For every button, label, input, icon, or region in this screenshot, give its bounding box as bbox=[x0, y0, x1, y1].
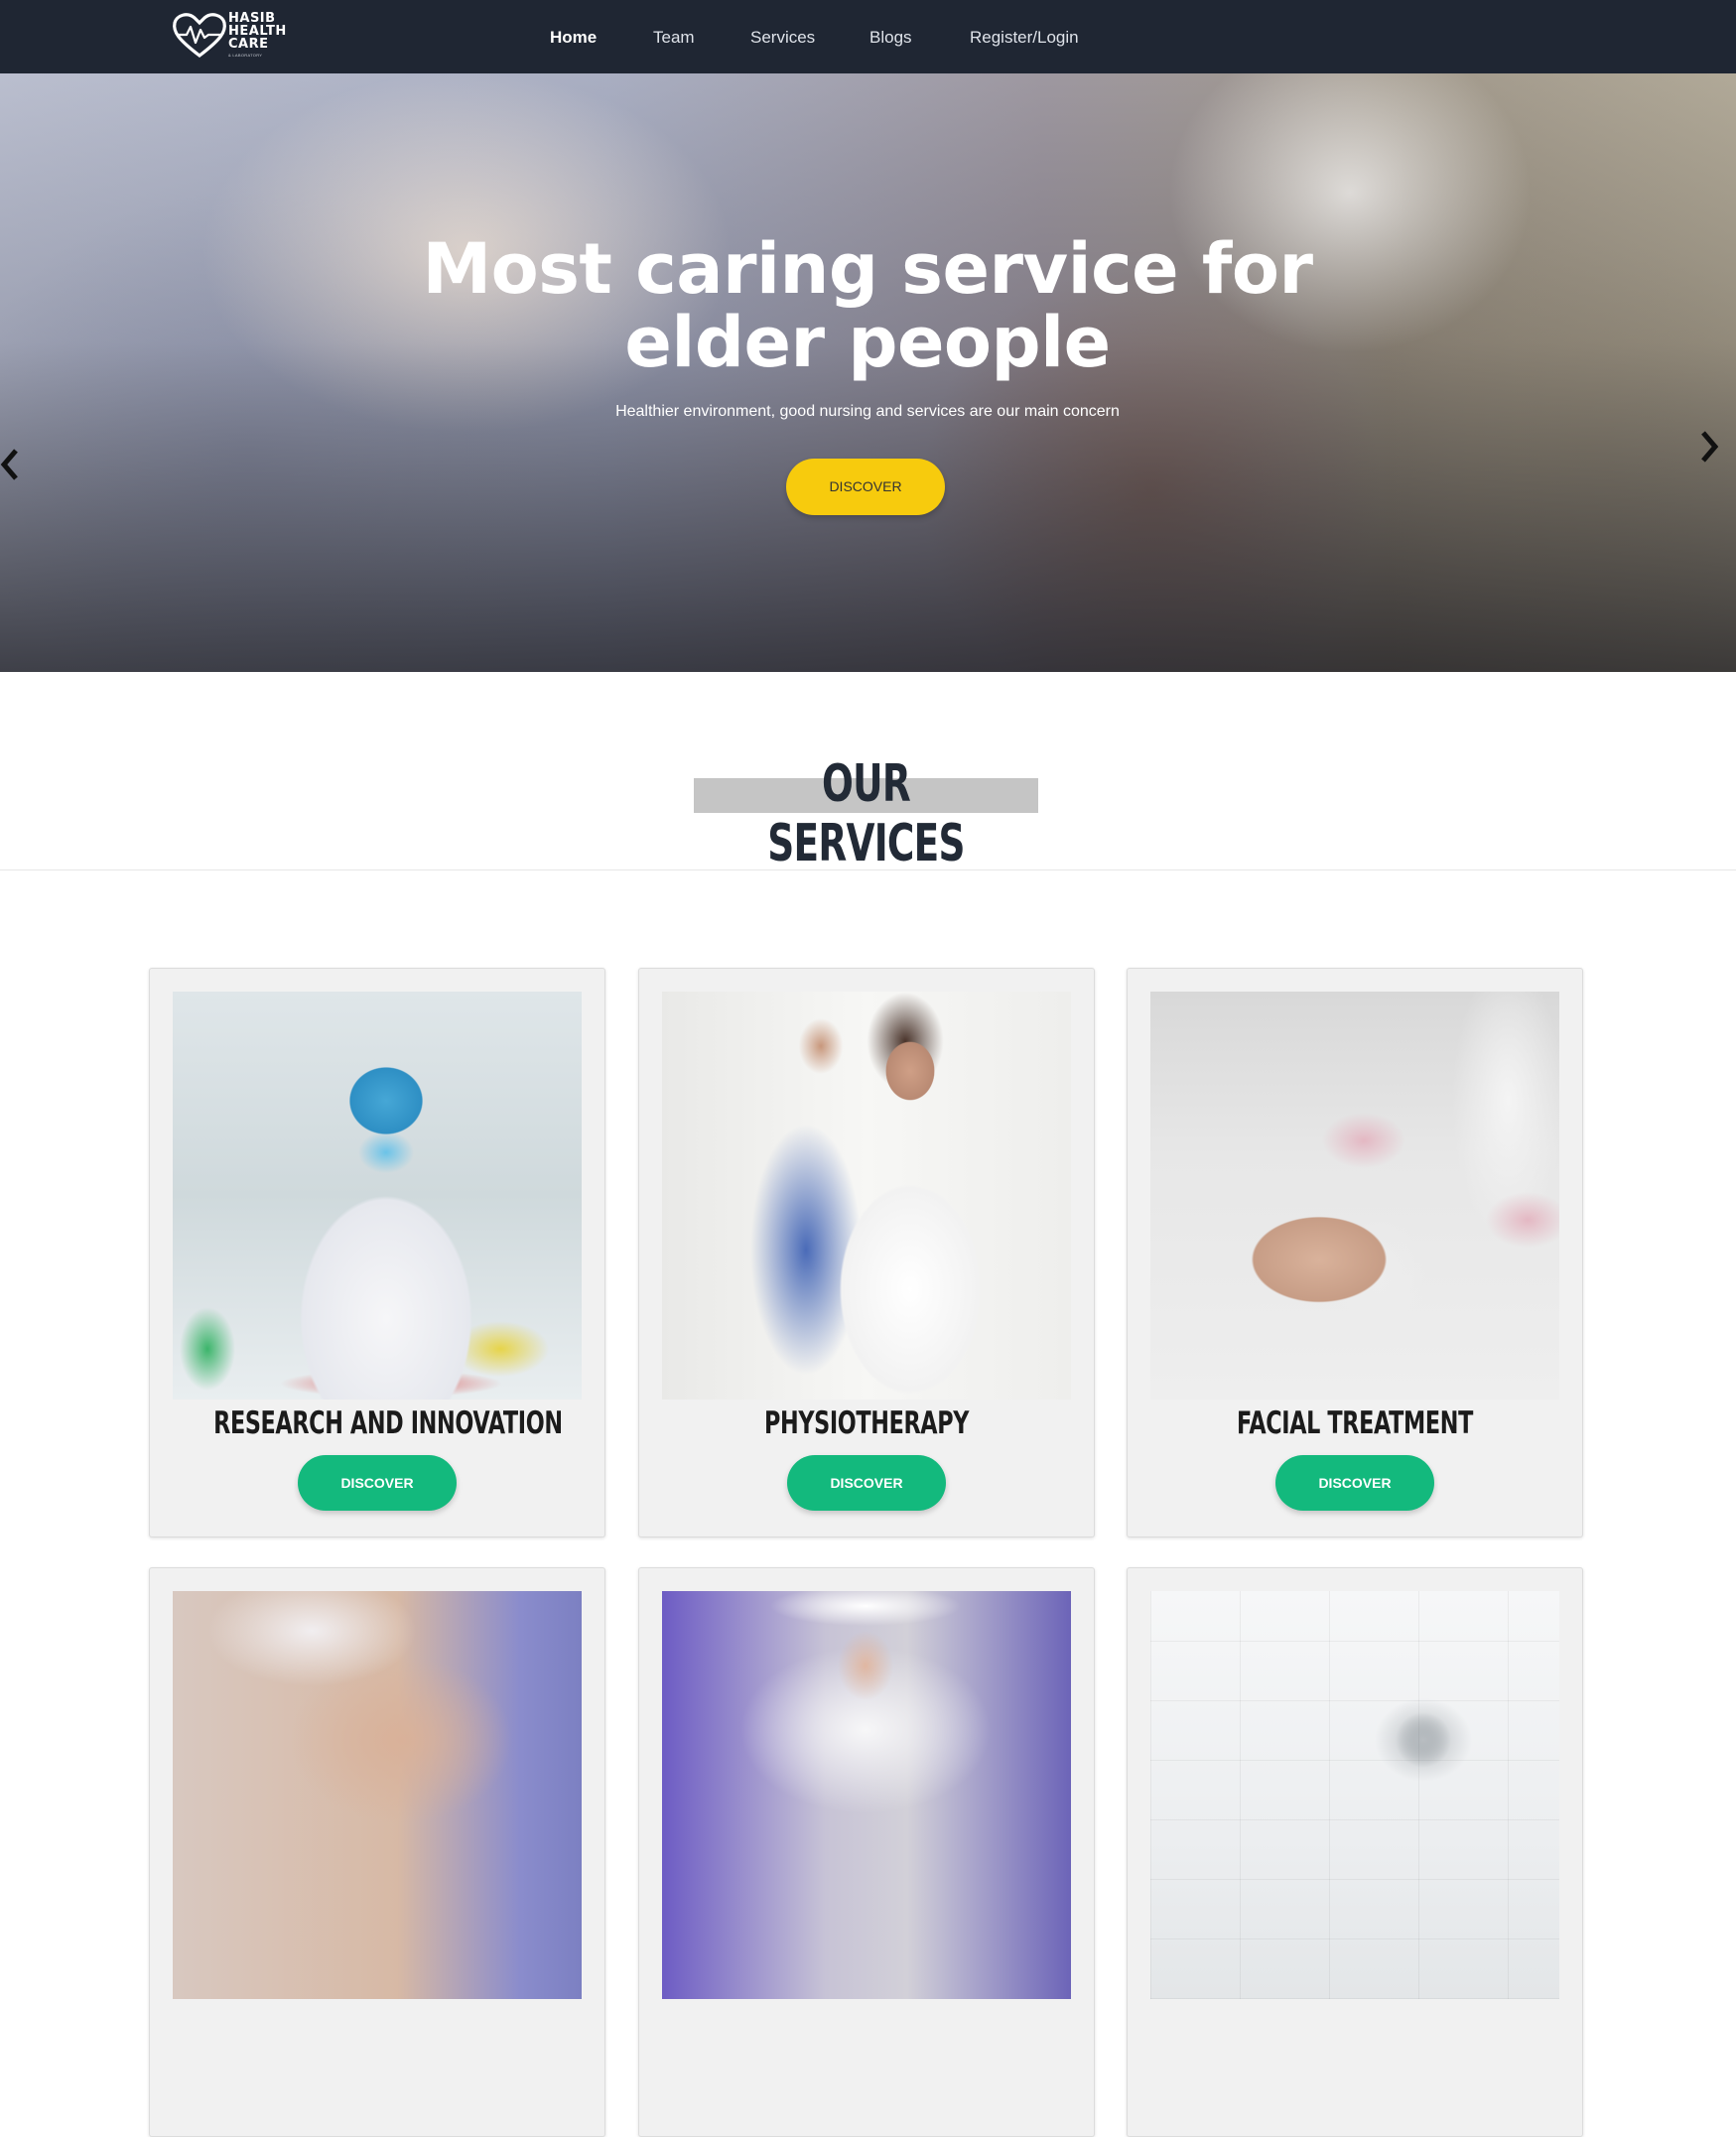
hero-discover-button[interactable]: DISCOVER bbox=[786, 459, 945, 515]
section-divider bbox=[0, 869, 1736, 870]
service-card-facial: FACIAL TREATMENT DISCOVER bbox=[1127, 968, 1583, 1537]
service-card-4 bbox=[149, 1567, 605, 2137]
carousel-next-button[interactable] bbox=[1697, 427, 1721, 467]
brand-name: HASIB HEALTH CARE bbox=[228, 12, 287, 51]
ceiling-grid bbox=[1150, 1591, 1559, 1999]
hero-subtitle: Healthier environment, good nursing and … bbox=[615, 403, 1120, 420]
chevron-left-icon bbox=[0, 449, 18, 480]
service-card-title: RESEARCH AND INNOVATION bbox=[213, 1405, 563, 1441]
nav-services[interactable]: Services bbox=[750, 28, 815, 48]
hero-title-line-2: elder people bbox=[624, 302, 1111, 383]
facial-treatment-image bbox=[1150, 992, 1559, 1400]
skin-care-image bbox=[173, 1591, 582, 1999]
hero-carousel: Most caring service for elder people Hea… bbox=[0, 73, 1736, 672]
service-discover-button[interactable]: DISCOVER bbox=[298, 1455, 457, 1511]
physiotherapy-image bbox=[662, 992, 1071, 1400]
services-heading-text: OUR SERVICES bbox=[767, 754, 965, 873]
nav-blogs[interactable]: Blogs bbox=[869, 28, 912, 48]
carousel-prev-button[interactable] bbox=[0, 445, 24, 484]
hero-title-line-1: Most caring service for bbox=[422, 228, 1314, 310]
lab-researcher-image bbox=[173, 992, 582, 1400]
service-card-research: RESEARCH AND INNOVATION DISCOVER bbox=[149, 968, 605, 1537]
doctor-image bbox=[662, 1591, 1071, 1999]
service-discover-button[interactable]: DISCOVER bbox=[1275, 1455, 1434, 1511]
service-discover-button[interactable]: DISCOVER bbox=[787, 1455, 946, 1511]
brand-subtext: & LABORATORY bbox=[228, 53, 263, 58]
nav-register-login[interactable]: Register/Login bbox=[970, 28, 1079, 48]
services-heading: OUR SERVICES bbox=[694, 754, 1038, 873]
top-navbar: HASIB HEALTH CARE & LABORATORY Home Team… bbox=[0, 0, 1736, 73]
heart-pulse-icon bbox=[173, 13, 226, 59]
chevron-right-icon bbox=[1701, 431, 1719, 463]
service-card-title: PHYSIOTHERAPY bbox=[763, 1405, 970, 1441]
service-card-physiotherapy: PHYSIOTHERAPY DISCOVER bbox=[638, 968, 1095, 1537]
hero-title: Most caring service for elder people bbox=[371, 232, 1364, 379]
surgery-room-image bbox=[1150, 1591, 1559, 1999]
service-card-title: FACIAL TREATMENT bbox=[1237, 1405, 1473, 1441]
service-card-6 bbox=[1127, 1567, 1583, 2137]
nav-home[interactable]: Home bbox=[550, 28, 597, 48]
brand-line-3: CARE bbox=[228, 37, 269, 52]
service-card-5 bbox=[638, 1567, 1095, 2137]
nav-team[interactable]: Team bbox=[653, 28, 695, 48]
brand-logo[interactable]: HASIB HEALTH CARE & LABORATORY bbox=[171, 10, 290, 62]
